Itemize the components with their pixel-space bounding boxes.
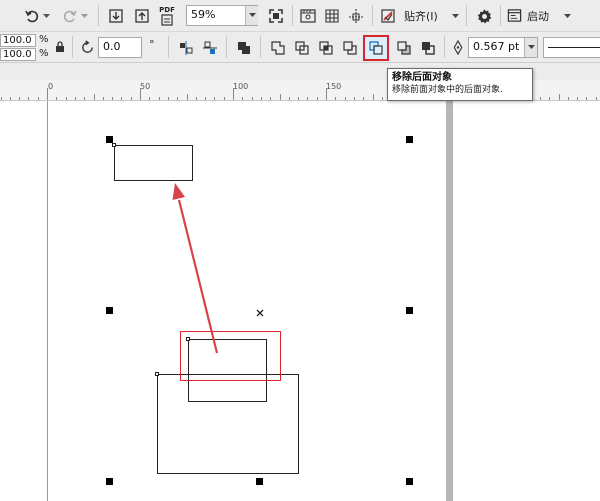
tooltip: 移除后面对象 移除前面对象中的后面对象. [387, 68, 533, 101]
tooltip-title: 移除后面对象 [392, 72, 452, 83]
tooltip-description: 移除前面对象中的后面对象. [392, 85, 503, 95]
